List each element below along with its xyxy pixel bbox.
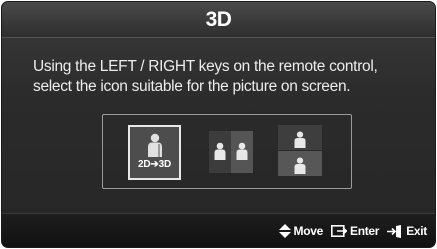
exit-icon <box>387 224 402 238</box>
person-icon <box>294 157 306 174</box>
3d-mode-selector: 2D➔3D <box>102 114 352 189</box>
instruction-text: Using the LEFT / RIGHT keys on the remot… <box>33 57 418 97</box>
instruction-line-2: select the icon suitable for the picture… <box>33 78 351 95</box>
2d-to-3d-label: 2D➔3D <box>138 159 171 170</box>
mode-top-and-bottom-option[interactable] <box>278 125 322 176</box>
side-by-side-left-half <box>209 131 231 173</box>
move-label: Move <box>293 224 324 238</box>
key-hints: Move Enter Exit <box>278 223 427 239</box>
up-down-arrow-icon <box>278 224 291 238</box>
side-by-side-right-half <box>231 131 253 173</box>
top-and-bottom-bottom-half <box>278 151 322 176</box>
exit-hint: Exit <box>387 224 427 238</box>
person-icon <box>148 133 162 157</box>
person-icon <box>294 131 306 148</box>
footer-bar: Move Enter Exit <box>2 213 435 247</box>
dialog-title: 3D <box>205 8 232 31</box>
enter-icon <box>331 225 347 237</box>
person-icon <box>236 142 248 160</box>
instruction-line-1: Using the LEFT / RIGHT keys on the remot… <box>33 58 378 75</box>
move-hint: Move <box>278 224 324 238</box>
mode-2d-to-3d-option[interactable]: 2D➔3D <box>128 125 181 180</box>
enter-hint: Enter <box>331 224 379 238</box>
top-and-bottom-top-half <box>278 125 322 150</box>
person-icon <box>214 142 226 160</box>
enter-label: Enter <box>350 224 380 238</box>
mode-side-by-side-option[interactable] <box>209 131 253 173</box>
3d-mode-dialog: 3D Using the LEFT / RIGHT keys on the re… <box>1 1 436 248</box>
exit-label: Exit <box>406 224 427 238</box>
title-bar: 3D <box>2 2 435 38</box>
